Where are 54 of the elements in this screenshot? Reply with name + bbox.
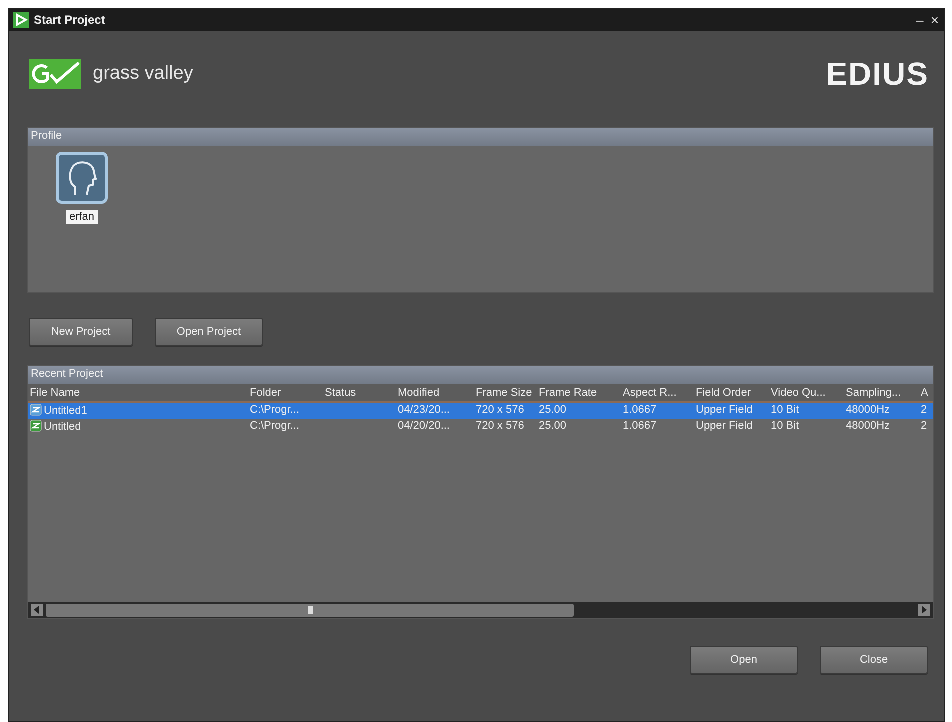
table-cell: 48000Hz — [846, 404, 890, 416]
column-header[interactable]: Folder — [248, 384, 323, 402]
table-cell: 04/23/20... — [398, 404, 450, 416]
table-cell: 1.0667 — [623, 420, 657, 432]
table-cell: 1.0667 — [623, 404, 657, 416]
close-button[interactable]: × — [930, 12, 940, 28]
table-cell: Untitled — [44, 421, 82, 433]
project-row[interactable]: Untitled1 C:\Progr... 04/23/20... 720 x 576 25.00 1.0667 Upper Field 10 Bit 48000Hz 2 — [28, 403, 933, 419]
scrollbar-thumb[interactable] — [46, 604, 574, 616]
column-header[interactable]: Modified — [396, 384, 474, 402]
product-name: EDIUS — [826, 56, 929, 92]
close-button[interactable]: Close — [820, 646, 928, 674]
project-file-icon — [30, 420, 42, 432]
table-cell: 720 x 576 — [476, 420, 524, 432]
column-header[interactable]: Frame Size — [474, 384, 537, 402]
table-cell: Untitled1 — [44, 405, 88, 417]
panel-title: Profile — [28, 128, 933, 146]
project-file-icon — [30, 404, 42, 416]
profile-name: erfan — [66, 210, 98, 224]
play-icon — [13, 12, 29, 28]
column-header[interactable]: Sampling... — [844, 384, 919, 402]
table-cell: 2 — [921, 420, 928, 432]
table-cell: 10 Bit — [771, 420, 800, 432]
logo-icon — [29, 59, 81, 89]
table-cell: C:\Progr... — [250, 404, 300, 416]
table-cell: C:\Progr... — [250, 420, 300, 432]
column-header[interactable]: File Name — [28, 384, 248, 402]
table-cell: 25.00 — [539, 420, 567, 432]
grip-icon — [308, 606, 312, 614]
table-cell: 2 — [921, 404, 928, 416]
column-header[interactable]: Video Qu... — [769, 384, 844, 402]
column-header[interactable]: Status — [323, 384, 396, 402]
company-name: grass valley — [93, 63, 194, 85]
table-cell: Upper Field — [696, 420, 753, 432]
scroll-left-icon[interactable] — [31, 604, 43, 616]
profile-avatar[interactable] — [56, 152, 108, 204]
open-project-button[interactable]: Open Project — [155, 318, 263, 346]
table-cell: Upper Field — [696, 404, 753, 416]
open-button[interactable]: Open — [690, 646, 798, 674]
column-header[interactable]: A — [919, 384, 933, 402]
table-cell: 720 x 576 — [476, 404, 524, 416]
table-cell: 48000Hz — [846, 420, 890, 432]
scroll-right-icon[interactable] — [918, 604, 930, 616]
panel-title: Recent Project — [28, 366, 933, 384]
table-cell: 25.00 — [539, 404, 567, 416]
window-title: Start Project — [34, 13, 106, 27]
column-header[interactable]: Frame Rate — [537, 384, 621, 402]
table-cell: 10 Bit — [771, 404, 800, 416]
column-header[interactable]: Field Order — [694, 384, 769, 402]
project-row[interactable]: Untitled C:\Progr... 04/20/20... 720 x 576 25.00 1.0667 Upper Field 10 Bit 48000Hz 2 — [28, 419, 933, 435]
table-cell: 04/20/20... — [398, 420, 450, 432]
column-header[interactable]: Aspect R... — [621, 384, 694, 402]
new-project-button[interactable]: New Project — [29, 318, 133, 346]
minimize-button[interactable]: – — [915, 12, 925, 28]
